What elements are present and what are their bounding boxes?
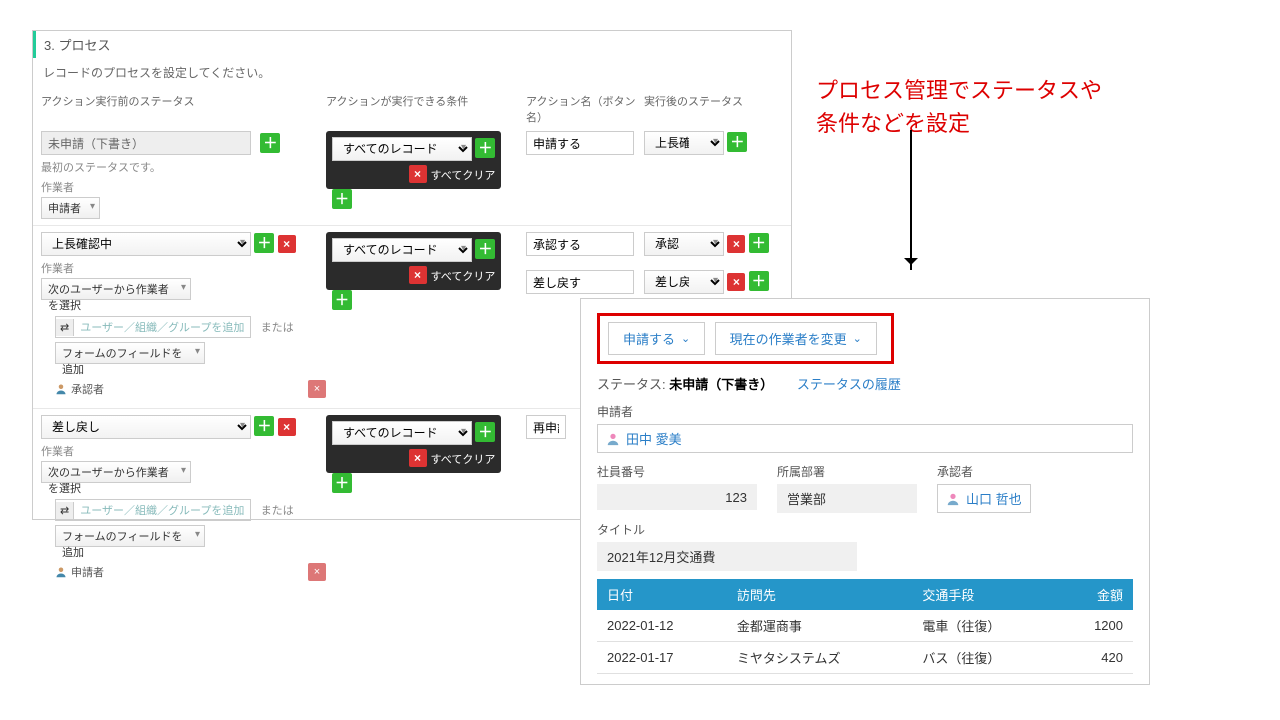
add-after-button[interactable]: ＋ <box>727 132 747 152</box>
table-row: 2022-01-17 ミヤタシステムズ バス（往復） 420 <box>597 642 1133 674</box>
field-label: 申請者 <box>597 403 1133 420</box>
user-org-input[interactable]: ⇄ユーザー／組織／グループを追加 <box>55 499 251 521</box>
status-select[interactable]: 上長確認中 <box>41 232 251 256</box>
worker-source-select[interactable]: 次のユーザーから作業者を選択 <box>41 278 191 300</box>
form-field-select[interactable]: フォームのフィールドを追加 <box>55 342 205 364</box>
remove-status-button[interactable]: × <box>278 418 296 436</box>
worker-select[interactable]: 申請者 <box>41 197 100 219</box>
person-chip: 承認者 × <box>55 380 326 398</box>
status-readonly: 未申請（下書き） <box>41 131 251 155</box>
all-records-select[interactable]: すべてのレコード <box>332 137 472 161</box>
person-icon <box>55 566 67 578</box>
avatar-icon <box>946 492 960 506</box>
user-chip[interactable]: 田中 愛美 <box>597 424 1133 453</box>
field-label: 承認者 <box>937 463 1031 480</box>
add-branch-button[interactable]: ＋ <box>332 189 352 209</box>
worker-label: 作業者 <box>41 443 326 459</box>
add-status-button[interactable]: ＋ <box>254 416 274 436</box>
form-field-select[interactable]: フォームのフィールドを追加 <box>55 525 205 547</box>
apply-button[interactable]: 申請する⌄ <box>608 322 705 355</box>
all-records-select[interactable]: すべてのレコード <box>332 238 472 262</box>
action-name-input[interactable] <box>526 131 634 155</box>
table-row: 2022-01-12 金都運商事 電車（往復） 1200 <box>597 610 1133 642</box>
action-name-input[interactable] <box>526 415 566 439</box>
first-status-note: 最初のステータスです。 <box>41 159 326 175</box>
add-cond-button[interactable]: ＋ <box>475 422 495 442</box>
worker-label: 作業者 <box>41 260 326 276</box>
status-value: 未申請（下書き） <box>669 377 773 392</box>
add-branch-button[interactable]: ＋ <box>332 290 352 310</box>
person-icon <box>55 383 67 395</box>
table-header-row: 日付 訪問先 交通手段 金額 <box>597 579 1133 610</box>
remove-person-button[interactable]: × <box>308 563 326 581</box>
condition-box: すべてのレコード ＋ × すべてクリア <box>326 131 501 189</box>
add-cond-button[interactable]: ＋ <box>475 138 495 158</box>
remove-line-button[interactable]: × <box>727 273 745 291</box>
worker-source-select[interactable]: 次のユーザーから作業者を選択 <box>41 461 191 483</box>
th-dest: 訪問先 <box>727 579 913 610</box>
avatar-icon <box>606 432 620 446</box>
add-status-button[interactable]: ＋ <box>254 233 274 253</box>
status-select[interactable]: 差し戻し <box>41 415 251 439</box>
title-value: 2021年12月交通費 <box>597 542 857 571</box>
clear-icon[interactable]: × <box>409 449 427 467</box>
th-amount: 金額 <box>1060 579 1133 610</box>
remove-line-button[interactable]: × <box>727 235 745 253</box>
person-chip: 申請者 × <box>55 563 326 581</box>
condition-box: すべてのレコード ＋ ×すべてクリア <box>326 415 501 473</box>
arrow-down-icon <box>910 130 912 270</box>
status-history-link[interactable]: ステータスの履歴 <box>797 377 901 392</box>
chevron-down-icon: ⌄ <box>853 332 862 345</box>
user-org-input[interactable]: ⇄ユーザー／組織／グループを追加 <box>55 316 251 338</box>
or-label: または <box>261 505 294 517</box>
col-after: 実行後のステータス <box>644 93 774 125</box>
condition-box: すべてのレコード ＋ ×すべてクリア <box>326 232 501 290</box>
add-branch-button[interactable]: ＋ <box>332 473 352 493</box>
th-trans: 交通手段 <box>912 579 1059 610</box>
clear-all-label: すべてクリア <box>431 170 496 182</box>
expense-table: 日付 訪問先 交通手段 金額 2022-01-12 金都運商事 電車（往復） 1… <box>597 579 1133 674</box>
empno-value: 123 <box>597 484 757 510</box>
field-label: 社員番号 <box>597 463 757 480</box>
col-action: アクション名（ボタン名） <box>526 93 644 125</box>
th-date: 日付 <box>597 579 727 610</box>
after-status-select[interactable]: 承認 <box>644 232 724 256</box>
process-row: 未申請（下書き） ＋ 最初のステータスです。 作業者 申請者 すべてのレコード … <box>33 125 791 226</box>
column-headers: アクション実行前のステータス アクションが実行できる条件 アクション名（ボタン名… <box>33 93 791 125</box>
action-name-input[interactable] <box>526 232 634 256</box>
annotation-text: プロセス管理でステータスや条件などを設定 <box>816 74 1102 140</box>
after-status-select[interactable]: 差し戻し <box>644 270 724 294</box>
add-cond-button[interactable]: ＋ <box>475 239 495 259</box>
record-detail-panel: 申請する⌄ 現在の作業者を変更⌄ ステータス: 未申請（下書き） ステータスの履… <box>580 298 1150 685</box>
or-label: または <box>261 322 294 334</box>
section-subtitle: レコードのプロセスを設定してください。 <box>33 58 791 87</box>
chevron-down-icon: ⌄ <box>681 332 690 345</box>
change-worker-button[interactable]: 現在の作業者を変更⌄ <box>715 322 877 355</box>
clear-icon[interactable]: × <box>409 165 427 183</box>
all-records-select[interactable]: すべてのレコード <box>332 421 472 445</box>
status-line: ステータス: 未申請（下書き） ステータスの履歴 <box>597 374 1133 393</box>
col-cond: アクションが実行できる条件 <box>326 93 526 125</box>
action-name-input[interactable] <box>526 270 634 294</box>
section-title: 3. プロセス <box>33 31 791 58</box>
add-line-button[interactable]: ＋ <box>749 271 769 291</box>
add-line-button[interactable]: ＋ <box>749 233 769 253</box>
worker-label: 作業者 <box>41 179 326 195</box>
add-status-button[interactable]: ＋ <box>260 133 280 153</box>
after-status-select[interactable]: 上長確認中 <box>644 131 724 155</box>
dept-value: 営業部 <box>777 484 917 513</box>
remove-person-button[interactable]: × <box>308 380 326 398</box>
highlight-box: 申請する⌄ 現在の作業者を変更⌄ <box>597 313 894 364</box>
user-chip[interactable]: 山口 哲也 <box>937 484 1031 513</box>
col-before: アクション実行前のステータス <box>41 93 326 125</box>
field-label: 所属部署 <box>777 463 917 480</box>
clear-icon[interactable]: × <box>409 266 427 284</box>
field-label: タイトル <box>597 521 1133 538</box>
remove-status-button[interactable]: × <box>278 235 296 253</box>
